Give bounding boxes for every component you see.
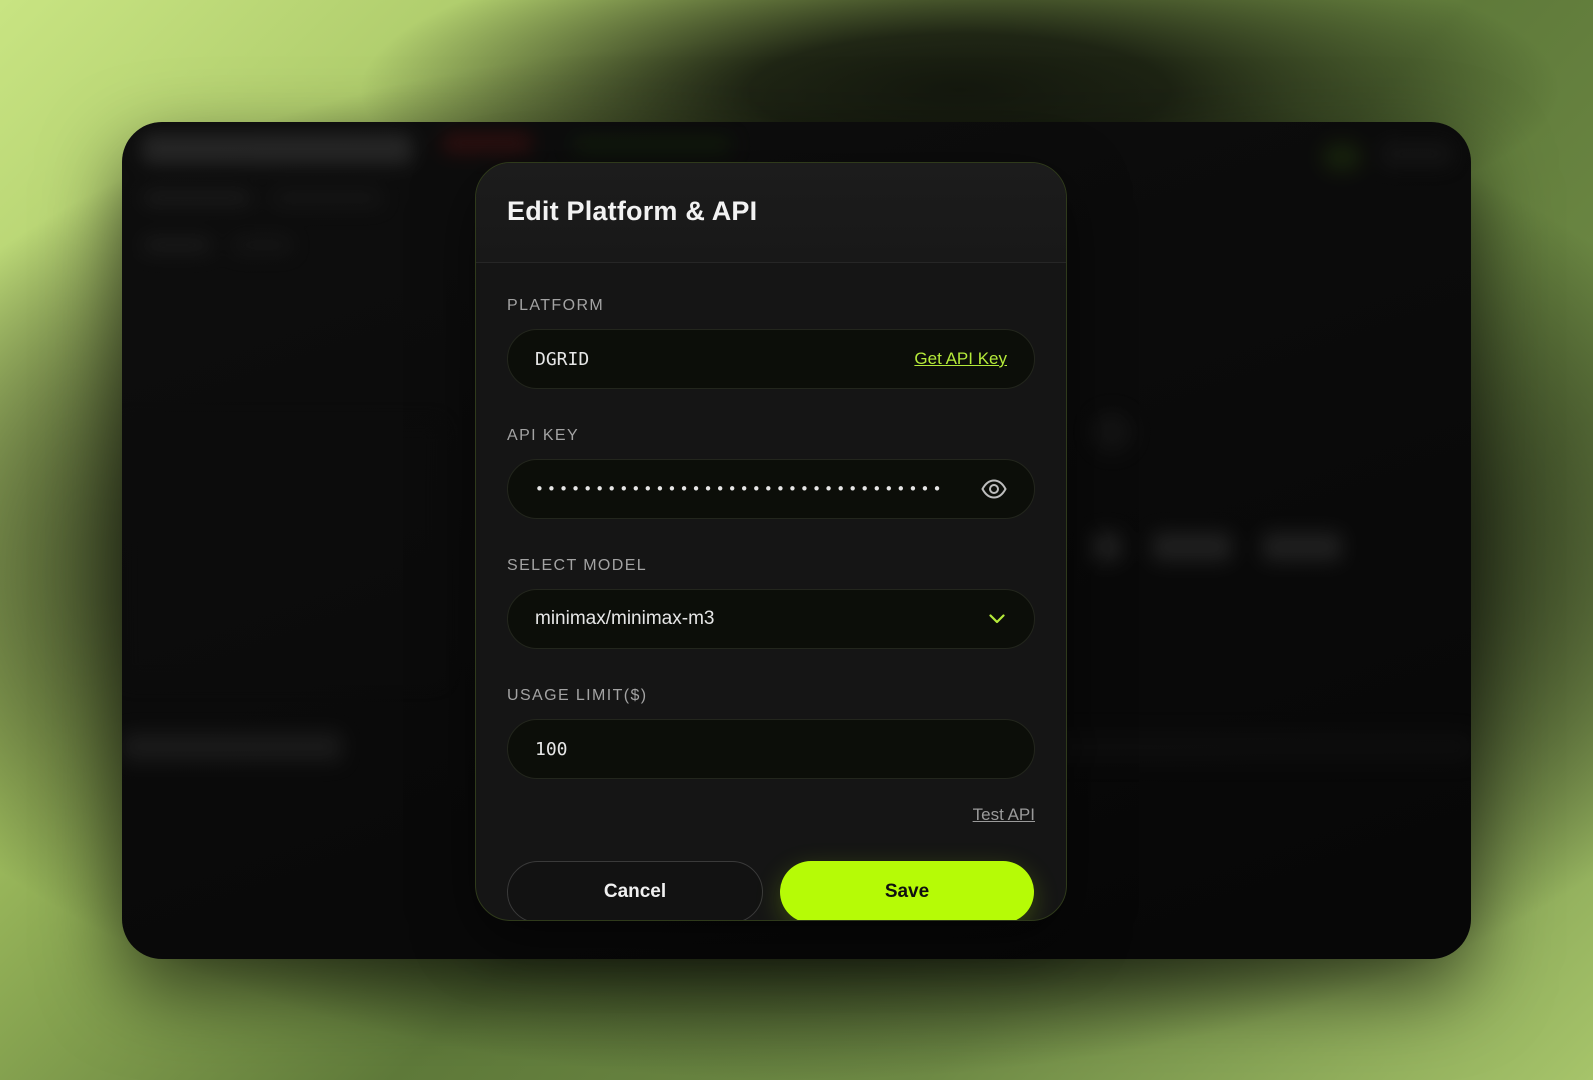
eye-icon[interactable] <box>981 476 1007 502</box>
usage-limit-label: USAGE LIMIT($) <box>507 687 648 704</box>
get-api-key-link[interactable]: Get API Key <box>914 349 1007 369</box>
api-key-masked-value: •••••••••••••••••••••••••••••••••• <box>535 480 945 498</box>
platform-label: PLATFORM <box>507 297 605 314</box>
modal-actions: Cancel Save <box>507 861 1035 920</box>
platform-value: DGRID <box>535 348 590 370</box>
model-selected-value: minimax/minimax-m3 <box>535 608 715 629</box>
api-key-field[interactable]: •••••••••••••••••••••••••••••••••• <box>507 459 1035 519</box>
api-key-label: API KEY <box>507 427 580 444</box>
usage-limit-input[interactable]: 100 <box>507 719 1035 779</box>
save-button[interactable]: Save <box>780 861 1034 920</box>
edit-platform-modal: Edit Platform & API PLATFORM DGRID Get A… <box>475 162 1067 921</box>
test-api-row: Test API <box>507 805 1035 835</box>
model-select[interactable]: minimax/minimax-m3 <box>507 589 1035 649</box>
cancel-button[interactable]: Cancel <box>507 861 763 920</box>
modal-body: PLATFORM DGRID Get API Key API KEY •••••… <box>476 263 1066 920</box>
modal-header: Edit Platform & API <box>476 163 1066 263</box>
test-api-link[interactable]: Test API <box>973 805 1035 835</box>
select-model-label: SELECT MODEL <box>507 557 648 574</box>
usage-limit-value: 100 <box>535 738 568 760</box>
platform-field[interactable]: DGRID Get API Key <box>507 329 1035 389</box>
modal-title: Edit Platform & API <box>507 196 758 226</box>
chevron-down-icon[interactable] <box>987 609 1007 629</box>
